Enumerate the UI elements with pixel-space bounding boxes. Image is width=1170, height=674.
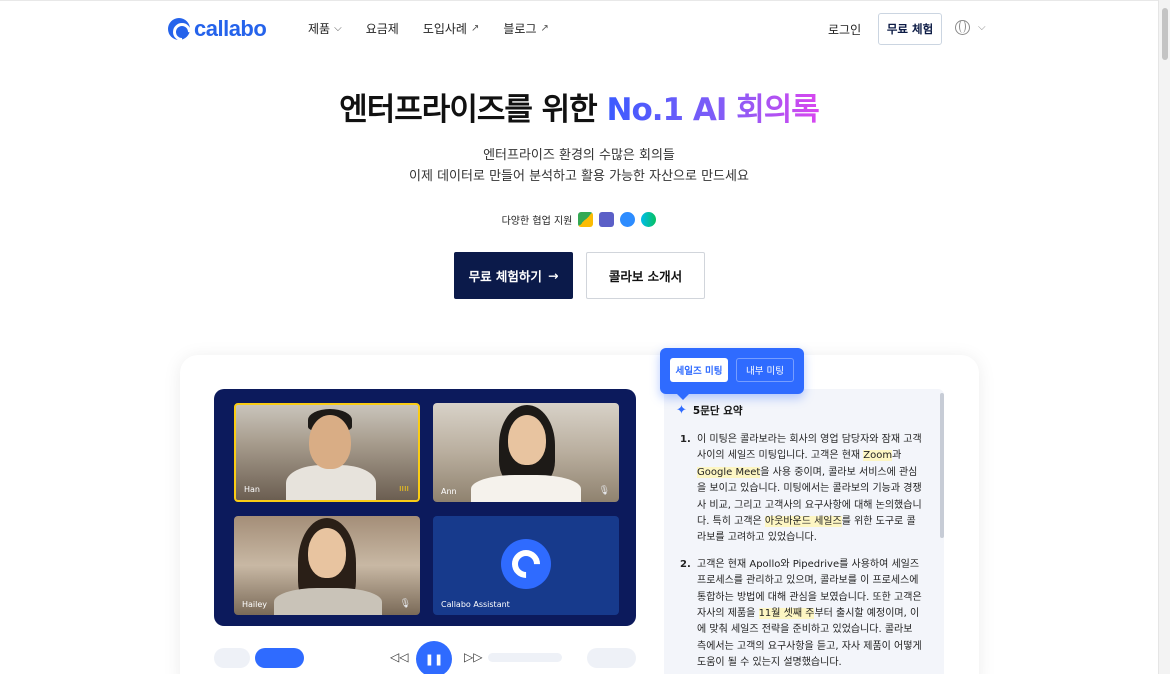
progress-track[interactable] xyxy=(488,653,562,662)
playback-controls: ◁◁ ❚❚ ▷▷ xyxy=(214,640,636,674)
menu-item-case-studies[interactable]: 도입사례 ↗ xyxy=(423,20,480,37)
control-pill[interactable] xyxy=(214,648,250,668)
main-menu: 제품 ⌵ 요금제 도입사례 ↗ 블로그 ↗ xyxy=(308,20,549,37)
highlighted-keyword: Google Meet xyxy=(697,466,761,478)
menu-label: 요금제 xyxy=(365,22,399,36)
hero-title: 엔터프라이즈를 위한 No.1 AI 회의록 xyxy=(0,84,1158,129)
summary-item: 1. 이 미팅은 콜라보라는 회사의 영업 담당자와 잠재 고객 사이의 세일즈 … xyxy=(680,432,924,547)
menu-item-product[interactable]: 제품 ⌵ xyxy=(308,20,342,37)
scrollbar-thumb[interactable] xyxy=(1162,8,1168,60)
language-selector[interactable]: ⌵ xyxy=(955,20,986,35)
menu-label: 도입사례 xyxy=(422,22,467,36)
zoom-icon xyxy=(620,212,636,227)
collab-support: 다양한 협업 지원 xyxy=(0,212,1158,227)
brand-logo[interactable]: callabo xyxy=(168,16,267,42)
person-face xyxy=(309,415,351,469)
hero-subtitle: 엔터프라이즈 환경의 수많은 회의들 이제 데이터로 만들어 분석하고 활용 가… xyxy=(0,145,1158,187)
pause-button[interactable]: ❚❚ xyxy=(416,641,452,674)
hero-title-plain: 엔터프라이즈를 위한 xyxy=(339,92,607,128)
participant-name: Hailey xyxy=(242,600,268,609)
person-face xyxy=(308,528,346,578)
person-body xyxy=(274,588,382,615)
participant-name: Han xyxy=(244,485,260,494)
menu-item-pricing[interactable]: 요금제 xyxy=(366,20,399,37)
brand-name: callabo xyxy=(194,16,267,41)
tab-sales-meeting[interactable]: 세일즈 미팅 xyxy=(670,358,728,382)
participant-name: Callabo Assistant xyxy=(441,600,510,609)
summary-item-number: 2. xyxy=(680,558,691,570)
page-scrollbar[interactable] xyxy=(1158,0,1170,674)
start-free-trial-button[interactable]: 무료 체험하기 → xyxy=(454,252,573,299)
globe-icon xyxy=(955,20,970,35)
summary-title: 5문단 요약 xyxy=(692,405,743,417)
participant-tile[interactable]: Hailey 🎙 xyxy=(234,516,420,615)
hero-subtitle-line: 이제 데이터로 만들어 분석하고 활용 가능한 자산으로 만드세요 xyxy=(409,169,749,184)
summary-list: 1. 이 미팅은 콜라보라는 회사의 영업 담당자와 잠재 고객 사이의 세일즈 … xyxy=(680,432,924,674)
sparkle-icon: ✦ xyxy=(676,403,687,418)
menu-label: 블로그 xyxy=(503,22,537,36)
control-pill-active[interactable] xyxy=(255,648,304,668)
person-body xyxy=(471,475,581,502)
person-face xyxy=(508,415,546,465)
highlighted-keyword: 11월 셋째 주 xyxy=(758,608,815,620)
callabo-logo-icon xyxy=(168,18,190,40)
ms-teams-icon xyxy=(599,212,615,227)
summary-heading: ✦ 5문단 요약 xyxy=(676,403,743,418)
microphone-icon: 🎙 xyxy=(598,486,610,496)
summary-text: 과 xyxy=(892,450,902,462)
skip-back-icon[interactable]: ◁◁ xyxy=(390,650,408,664)
audio-level-icon: ıııı xyxy=(398,484,409,494)
external-link-icon: ↗ xyxy=(540,23,549,34)
google-meet-icon xyxy=(578,212,594,227)
control-pill[interactable] xyxy=(587,648,636,668)
callabo-assistant-icon xyxy=(501,539,551,589)
skip-forward-icon[interactable]: ▷▷ xyxy=(464,650,482,664)
login-link[interactable]: 로그인 xyxy=(828,21,861,38)
hero-subtitle-line: 엔터프라이즈 환경의 수많은 회의들 xyxy=(483,148,675,163)
highlighted-keyword: 아웃바운드 세일즈 xyxy=(764,516,842,528)
microphone-icon: 🎙 xyxy=(399,599,411,609)
summary-item-number: 1. xyxy=(680,434,691,445)
summary-scrollbar[interactable] xyxy=(940,393,944,538)
hero-title-accent: No.1 AI 회의록 xyxy=(606,92,820,128)
participant-tile[interactable]: Han ıııı xyxy=(234,403,420,502)
summary-item-text: 고객은 현재 Apollo와 Pipedrive를 사용하여 세일즈 프로세스를… xyxy=(697,557,924,672)
highlighted-keyword: Zoom xyxy=(863,450,893,462)
chevron-down-icon: ⌵ xyxy=(334,23,342,34)
external-link-icon: ↗ xyxy=(470,23,480,34)
cta-label: 무료 체험하기 xyxy=(468,269,542,284)
collab-label: 다양한 협업 지원 xyxy=(501,216,573,227)
arrow-right-icon: → xyxy=(547,268,559,283)
participant-name: Ann xyxy=(441,487,457,496)
menu-item-blog[interactable]: 블로그 ↗ xyxy=(503,20,549,37)
meeting-type-tabs: 세일즈 미팅 내부 미팅 xyxy=(660,348,804,400)
free-trial-button[interactable]: 무료 체험 xyxy=(878,13,942,45)
person-body xyxy=(286,465,376,500)
top-navigation: callabo 제품 ⌵ 요금제 도입사례 ↗ 블로그 ↗ 로그인 무료 체험 … xyxy=(0,0,1158,58)
assistant-tile[interactable]: Callabo Assistant xyxy=(433,516,619,615)
company-brochure-button[interactable]: 콜라보 소개서 xyxy=(586,252,705,299)
summary-item: 2. 고객은 현재 Apollo와 Pipedrive를 사용하여 세일즈 프로세… xyxy=(680,557,924,672)
webex-icon xyxy=(641,212,657,227)
participant-tile[interactable]: Ann 🎙 xyxy=(433,403,619,502)
chevron-down-icon: ⌵ xyxy=(978,22,986,33)
summary-item-text: 이 미팅은 콜라보라는 회사의 영업 담당자와 잠재 고객 사이의 세일즈 미팅… xyxy=(697,432,924,547)
tab-internal-meeting[interactable]: 내부 미팅 xyxy=(736,358,794,382)
menu-label: 제품 xyxy=(308,22,331,36)
